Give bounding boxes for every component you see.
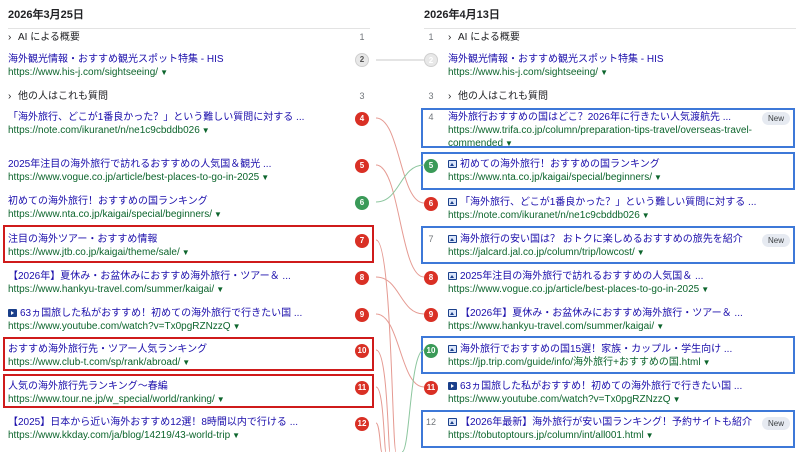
left-result-6[interactable]: 初めての海外旅行！おすすめの国ランキング https://www.nta.co.… — [8, 195, 370, 221]
left-people-also-ask[interactable]: › 他の人はこれも質問 3 — [8, 90, 370, 103]
chevron-right-icon: › — [448, 32, 452, 43]
result-title[interactable]: 【2026年】夏休み・お盆休みにおすすめ海外旅行・ツアー＆ ... — [8, 270, 338, 283]
caret-down-icon[interactable]: ▼ — [160, 68, 168, 77]
caret-down-icon[interactable]: ▼ — [216, 285, 224, 294]
left-result-8[interactable]: 【2026年】夏休み・お盆休みにおすすめ海外旅行・ツアー＆ ... https:… — [8, 270, 370, 296]
video-icon — [448, 382, 457, 390]
result-title[interactable]: 2025年注目の海外旅行で訪れるおすすめの人気国＆観光 ... — [8, 158, 338, 171]
rank-badge: 12 — [355, 417, 369, 431]
connector-9-11 — [375, 313, 425, 388]
rank-badge: 8 — [424, 271, 438, 285]
chevron-right-icon: › — [448, 91, 452, 102]
result-url[interactable]: https://note.com/ikuranet/n/ne1c9cbddb02… — [8, 124, 370, 137]
right-result-11[interactable]: 11 63ヵ国旅した私がおすすめ！初めての海外旅行で行きたい国 ... http… — [424, 380, 796, 406]
result-url[interactable]: https://www.youtube.com/watch?v=Tx0pgRZN… — [8, 320, 370, 333]
right-result-8[interactable]: 8 2025年注目の海外旅行で訪れるおすすめの人気国＆ ... https://… — [424, 270, 796, 296]
image-icon — [448, 309, 457, 317]
connector-7-out — [375, 239, 397, 452]
right-result-2[interactable]: 2 海外観光情報・おすすめ観光スポット特集 - HIS https://www.… — [424, 53, 796, 79]
right-result-9[interactable]: 9 【2026年】夏休み・お盆休みにおすすめ海外旅行・ツアー＆ ... http… — [424, 307, 796, 333]
left-result-4[interactable]: 「海外旅行、どこが1番良かった？」という難しい質問に対する ... https:… — [8, 111, 370, 137]
left-result-12[interactable]: 【2025】日本から近い海外おすすめ12選！8時間以内で行ける ... http… — [8, 416, 370, 442]
result-title[interactable]: 63ヵ国旅した私がおすすめ！初めての海外旅行で行きたい国 ... — [448, 380, 790, 393]
result-title[interactable]: 【2025】日本から近い海外おすすめ12選！8時間以内で行ける ... — [8, 416, 338, 429]
rank-badge: 9 — [355, 308, 369, 322]
result-url[interactable]: https://www.his-j.com/sightseeing/▼ — [448, 66, 790, 79]
result-url[interactable]: https://www.hankyu-travel.com/summer/kai… — [448, 320, 790, 333]
highlight-rise-5 — [421, 152, 795, 190]
left-result-2[interactable]: 海外観光情報・おすすめ観光スポット特集 - HIS https://www.hi… — [8, 53, 370, 79]
rank-badge: 6 — [424, 197, 438, 211]
caret-down-icon[interactable]: ▼ — [261, 173, 269, 182]
left-date-header: 2026年3月25日 — [8, 7, 370, 29]
connector-12-out — [375, 422, 383, 452]
result-url[interactable]: https://www.vogue.co.jp/article/best-pla… — [8, 171, 370, 184]
rank-badge: 2 — [424, 53, 438, 67]
caret-down-icon[interactable]: ▼ — [701, 285, 709, 294]
caret-down-icon[interactable]: ▼ — [600, 68, 608, 77]
result-title[interactable]: 63ヵ国旅した私がおすすめ！初めての海外旅行で行きたい国 ... — [8, 307, 338, 320]
connector-4-6 — [375, 117, 425, 204]
rank-badge: 6 — [355, 196, 369, 210]
image-icon — [448, 198, 457, 206]
highlight-rise-10 — [421, 336, 795, 374]
caret-down-icon[interactable]: ▼ — [656, 322, 664, 331]
highlight-new-12 — [421, 410, 795, 448]
caret-down-icon[interactable]: ▼ — [673, 395, 681, 404]
result-title[interactable]: 海外観光情報・おすすめ観光スポット特集 - HIS — [448, 53, 790, 66]
connector-10-out — [375, 349, 391, 452]
highlight-new-4 — [421, 108, 795, 148]
rank-badge: 5 — [355, 159, 369, 173]
caret-down-icon[interactable]: ▼ — [202, 126, 210, 135]
result-title[interactable]: 海外観光情報・おすすめ観光スポット特集 - HIS — [8, 53, 370, 66]
chevron-right-icon: › — [8, 32, 12, 43]
right-date-header: 2026年4月13日 — [424, 7, 796, 29]
chevron-right-icon: › — [8, 91, 12, 102]
left-result-9[interactable]: 63ヵ国旅した私がおすすめ！初めての海外旅行で行きたい国 ... https:/… — [8, 307, 370, 333]
caret-down-icon[interactable]: ▼ — [232, 431, 240, 440]
result-url[interactable]: https://note.com/ikuranet/n/ne1c9cbddb02… — [448, 209, 790, 222]
result-url[interactable]: https://www.nta.co.jp/kaigai/special/beg… — [8, 208, 370, 221]
rank-badge: 2 — [355, 53, 369, 67]
result-url[interactable]: https://www.youtube.com/watch?v=Tx0pgRZN… — [448, 393, 790, 406]
image-icon — [448, 272, 457, 280]
rank-badge: 8 — [355, 271, 369, 285]
connector-6-5 — [375, 164, 425, 203]
highlight-dropped-7 — [3, 225, 374, 263]
highlight-new-7 — [421, 226, 795, 264]
result-title[interactable]: 「海外旅行、どこが1番良かった？」という難しい質問に対する ... — [8, 111, 338, 124]
result-title[interactable]: 初めての海外旅行！おすすめの国ランキング — [8, 195, 370, 208]
connector-8-9 — [375, 276, 425, 315]
result-title[interactable]: 「海外旅行、どこが1番良かった？」という難しい質問に対する ... — [448, 196, 790, 209]
result-url[interactable]: https://www.hankyu-travel.com/summer/kai… — [8, 283, 370, 296]
result-title[interactable]: 【2026年】夏休み・お盆休みにおすすめ海外旅行・ツアー＆ ... — [448, 307, 790, 320]
caret-down-icon[interactable]: ▼ — [642, 211, 650, 220]
left-result-5[interactable]: 2025年注目の海外旅行で訪れるおすすめの人気国＆観光 ... https://… — [8, 158, 370, 184]
right-result-6[interactable]: 6 「海外旅行、どこが1番良かった？」という難しい質問に対する ... http… — [424, 196, 796, 222]
highlight-dropped-11 — [3, 374, 374, 408]
rank-badge: 4 — [355, 112, 369, 126]
caret-down-icon[interactable]: ▼ — [214, 210, 222, 219]
connector-5-8 — [375, 164, 425, 278]
rank-badge: 11 — [424, 381, 438, 395]
highlight-dropped-10 — [3, 337, 374, 371]
result-url[interactable]: https://www.his-j.com/sightseeing/▼ — [8, 66, 370, 79]
result-title[interactable]: 2025年注目の海外旅行で訪れるおすすめの人気国＆ ... — [448, 270, 790, 283]
result-url[interactable]: https://www.vogue.co.jp/article/best-pla… — [448, 283, 790, 296]
video-icon — [8, 309, 17, 317]
connector-11-out — [375, 386, 387, 452]
left-ai-overview[interactable]: › AI による概要 1 — [8, 31, 370, 44]
caret-down-icon[interactable]: ▼ — [233, 322, 241, 331]
result-url[interactable]: https://www.kkday.com/ja/blog/14219/43-w… — [8, 429, 370, 442]
rank-badge: 9 — [424, 308, 438, 322]
